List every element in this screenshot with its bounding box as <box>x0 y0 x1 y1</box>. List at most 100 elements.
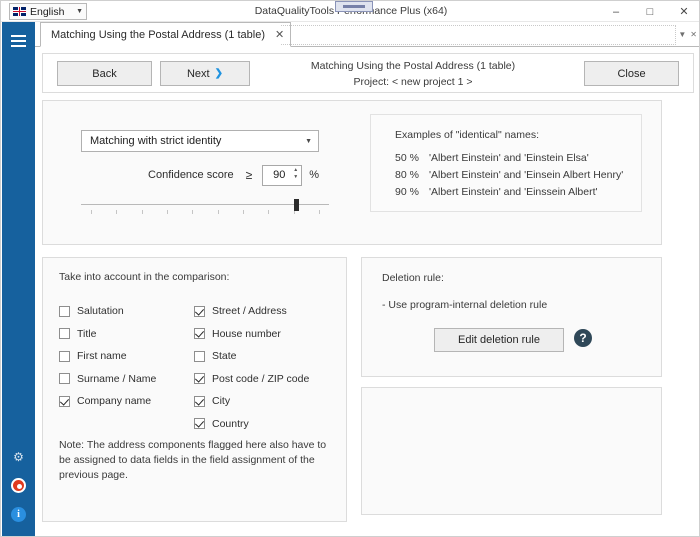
checkbox-label: Company name <box>77 395 151 407</box>
page-title: Matching Using the Postal Address (1 tab… <box>258 58 568 74</box>
comparison-checkbox-row[interactable]: Street / Address <box>194 300 329 323</box>
checkbox-label: Title <box>77 328 96 340</box>
slider-thumb[interactable] <box>294 199 299 211</box>
checkbox-first-name[interactable] <box>59 351 70 362</box>
confidence-score-label: Confidence score <box>148 169 234 181</box>
maximize-button[interactable]: □ <box>633 1 667 22</box>
checkbox-label: Salutation <box>77 305 124 317</box>
deletion-rule-title: Deletion rule: <box>382 272 444 284</box>
help-icon[interactable]: ? <box>574 329 592 347</box>
stepper-arrows[interactable]: ▲ ▼ <box>293 168 298 180</box>
matching-settings-panel: Matching with strict identity ▼ Confiden… <box>42 100 662 245</box>
settings-icon[interactable]: ⚙ <box>2 442 35 471</box>
example-percent: 80 % <box>395 167 429 184</box>
minimize-button[interactable]: – <box>599 1 633 22</box>
checkbox-company-name[interactable] <box>59 396 70 407</box>
comparison-note: Note: The address components flagged her… <box>59 438 331 483</box>
tab-label: Matching Using the Postal Address (1 tab… <box>51 29 265 41</box>
example-percent: 90 % <box>395 184 429 201</box>
checkbox-state[interactable] <box>194 351 205 362</box>
stepper-down-icon[interactable]: ▼ <box>293 175 298 180</box>
tab-strip-controls: ▼ ✕ <box>678 22 697 47</box>
checkbox-street-address[interactable] <box>194 306 205 317</box>
empty-panel <box>361 387 662 515</box>
checkbox-country[interactable] <box>194 418 205 429</box>
slider-ticks <box>81 210 329 214</box>
checkbox-house-number[interactable] <box>194 328 205 339</box>
comparison-checkbox-row[interactable]: Surname / Name <box>59 368 194 391</box>
checkbox-post-code-zip-code[interactable] <box>194 373 205 384</box>
edit-deletion-rule-button[interactable]: Edit deletion rule <box>434 328 564 352</box>
confidence-score-stepper[interactable]: 90 ▲ ▼ <box>262 165 302 186</box>
checkbox-label: City <box>212 395 230 407</box>
tab-list-caret-icon[interactable]: ▼ <box>678 30 686 39</box>
checkbox-label: Post code / ZIP code <box>212 373 309 385</box>
example-text: 'Albert Einstein' and 'Einsein Albert He… <box>429 167 623 184</box>
window-controls: – □ ✕ <box>599 1 700 22</box>
tab-close-all-icon[interactable]: ✕ <box>690 30 697 39</box>
sidebar-bottom-icons: ⚙ i <box>2 442 35 529</box>
comparison-column-left: Salutation Title First name Surname / Name C… <box>59 300 194 435</box>
comparison-checkbox-row[interactable]: Salutation <box>59 300 194 323</box>
comparison-checkbox-row[interactable]: First name <box>59 345 194 368</box>
matching-mode-select[interactable]: Matching with strict identity ▼ <box>81 130 319 152</box>
checkbox-label: First name <box>77 350 127 362</box>
checkbox-label: House number <box>212 328 281 340</box>
comparison-checkbox-row[interactable]: Title <box>59 323 194 346</box>
tab-matching-postal-address[interactable]: Matching Using the Postal Address (1 tab… <box>40 22 291 47</box>
checkbox-label: Country <box>212 418 249 430</box>
dock-indicator[interactable] <box>335 1 373 12</box>
comparison-title: Take into account in the comparison: <box>59 271 229 283</box>
checkbox-city[interactable] <box>194 396 205 407</box>
wizard-header-text: Matching Using the Postal Address (1 tab… <box>258 58 568 90</box>
chevron-down-icon: ▼ <box>305 138 312 145</box>
confidence-score-slider[interactable] <box>81 198 329 220</box>
checkbox-label: Surname / Name <box>77 373 156 385</box>
comparison-checkbox-columns: Salutation Title First name Surname / Name C… <box>59 300 334 435</box>
deletion-rule-panel: Deletion rule: - Use program-internal de… <box>361 257 662 377</box>
info-icon[interactable]: i <box>2 500 35 529</box>
back-button[interactable]: Back <box>57 61 152 86</box>
example-percent: 50 % <box>395 150 429 167</box>
comparison-checkbox-row[interactable]: Country <box>194 413 329 436</box>
project-label: Project: < new project 1 > <box>258 74 568 90</box>
checkbox-surname-name[interactable] <box>59 373 70 384</box>
comparison-fields-panel: Take into account in the comparison: Sal… <box>42 257 347 522</box>
title-bar: English ▼ DataQualityTools Performance P… <box>1 1 700 22</box>
left-sidebar: ⚙ i <box>2 22 35 537</box>
checkbox-label: Street / Address <box>212 305 287 317</box>
close-button[interactable]: Close <box>584 61 679 86</box>
example-text: 'Albert Einstein' and 'Einstein Elsa' <box>429 150 589 167</box>
next-button[interactable]: Next ❯ <box>160 61 250 86</box>
comparison-checkbox-row[interactable]: Post code / ZIP code <box>194 368 329 391</box>
comparison-checkbox-row[interactable]: City <box>194 390 329 413</box>
checkbox-salutation[interactable] <box>59 306 70 317</box>
example-text: 'Albert Einstein' and 'Einssein Albert' <box>429 184 598 201</box>
checkbox-title[interactable] <box>59 328 70 339</box>
stepper-up-icon[interactable]: ▲ <box>293 168 298 173</box>
comparison-checkbox-row[interactable]: House number <box>194 323 329 346</box>
hamburger-menu-icon[interactable] <box>2 27 35 55</box>
next-button-label: Next <box>187 68 210 80</box>
comparison-checkbox-row[interactable]: State <box>194 345 329 368</box>
tab-strip: Matching Using the Postal Address (1 tab… <box>35 22 700 47</box>
chevron-right-icon: ❯ <box>215 68 223 79</box>
percent-unit-label: % <box>309 169 319 181</box>
comparison-column-right: Street / Address House number State Post co… <box>194 300 329 435</box>
example-row: 50 % 'Albert Einstein' and 'Einstein Els… <box>395 150 641 167</box>
examples-title: Examples of "identical" names: <box>395 129 641 141</box>
slider-track <box>81 204 329 205</box>
comparison-checkbox-row[interactable]: Company name <box>59 390 194 413</box>
matching-mode-value: Matching with strict identity <box>90 135 305 147</box>
close-window-button[interactable]: ✕ <box>667 1 700 22</box>
example-row: 90 % 'Albert Einstein' and 'Einssein Alb… <box>395 184 641 201</box>
example-row: 80 % 'Albert Einstein' and 'Einsein Albe… <box>395 167 641 184</box>
checkbox-label: State <box>212 350 237 362</box>
deletion-rule-value: - Use program-internal deletion rule <box>382 299 547 311</box>
wizard-navigation-bar: Back Next ❯ Matching Using the Postal Ad… <box>42 53 694 93</box>
application-window: English ▼ DataQualityTools Performance P… <box>0 0 700 537</box>
confidence-score-row: Confidence score ≥ 90 ▲ ▼ % <box>81 163 319 187</box>
tab-strip-empty-area <box>281 25 676 45</box>
info-glyph: i <box>11 507 26 522</box>
support-icon[interactable] <box>2 471 35 500</box>
